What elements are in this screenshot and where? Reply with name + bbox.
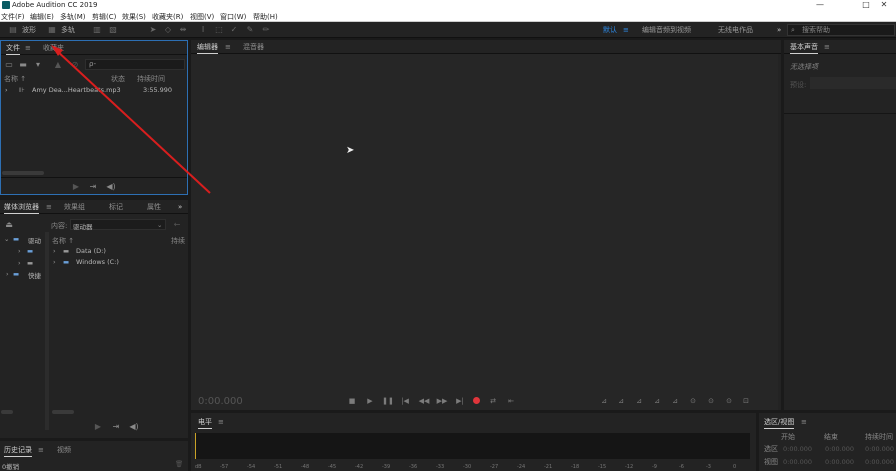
annotation-arrow [51, 45, 211, 194]
annotation-arrow-line [55, 49, 211, 194]
